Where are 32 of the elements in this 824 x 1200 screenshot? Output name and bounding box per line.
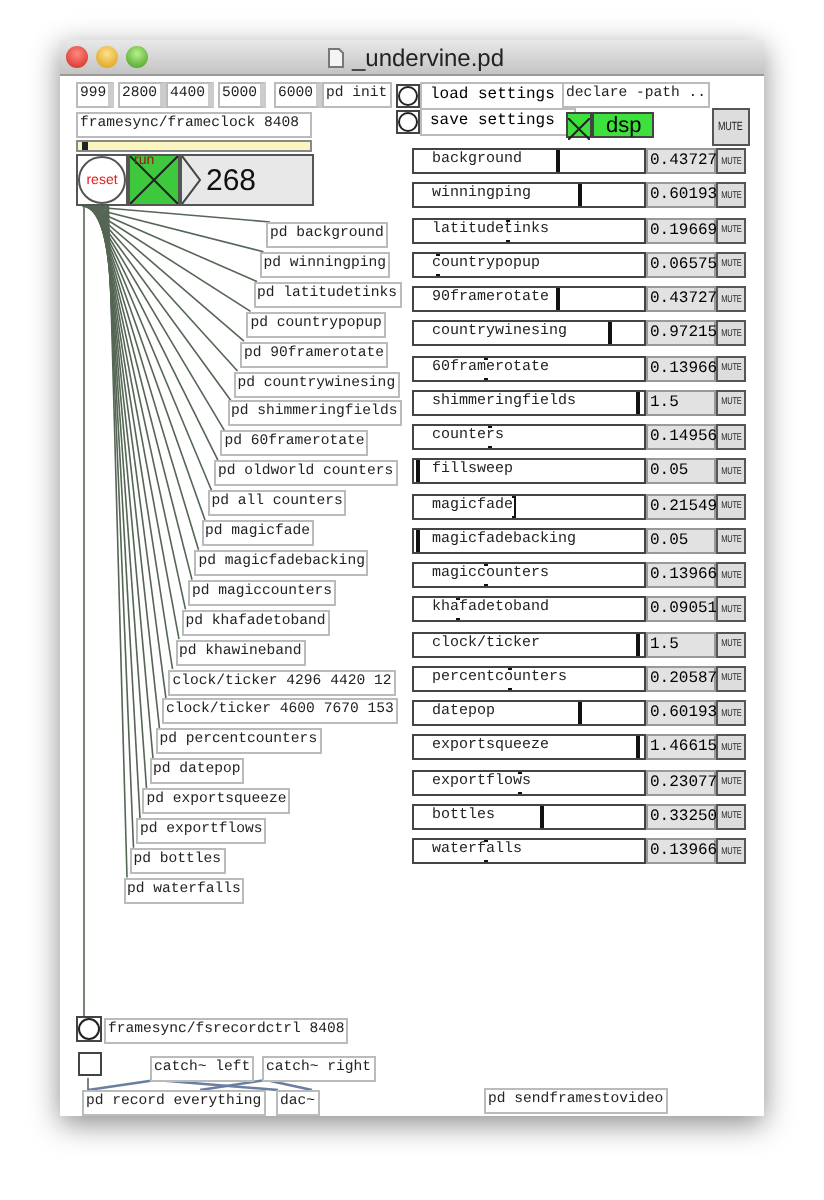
- number-box[interactable]: 0.19669: [646, 217, 716, 243]
- number-box[interactable]: 0.21549: [646, 493, 716, 519]
- dsp-toggle[interactable]: [566, 112, 592, 138]
- number-box[interactable]: 0.60193: [646, 182, 716, 209]
- number-box[interactable]: 268: [180, 154, 314, 206]
- window-title: _undervine.pd: [351, 43, 505, 71]
- number-box[interactable]: 0.60193: [646, 700, 716, 726]
- run-toggle[interactable]: [128, 154, 180, 206]
- bang-button[interactable]: [76, 1016, 102, 1042]
- number-box[interactable]: 0.43727: [646, 148, 716, 174]
- number-box[interactable]: 0.43727: [646, 286, 716, 312]
- bang-button[interactable]: [396, 84, 420, 108]
- number-box[interactable]: 0.06575: [646, 251, 716, 278]
- number-box[interactable]: 0.20587: [646, 665, 716, 692]
- number-box[interactable]: 0.97215: [646, 320, 716, 347]
- dsp-label: dsp: [592, 112, 654, 138]
- number-box[interactable]: 0.05: [646, 527, 716, 554]
- number-box[interactable]: 0.14956: [646, 424, 716, 450]
- number-box[interactable]: 0.13966: [646, 355, 716, 381]
- close-icon[interactable]: [66, 46, 88, 68]
- number-box[interactable]: 1.46615: [646, 734, 716, 761]
- number-box[interactable]: 0.33250: [646, 803, 716, 830]
- record-toggle[interactable]: [78, 1052, 102, 1076]
- document-icon: [327, 47, 344, 67]
- number-box[interactable]: 0.09051: [646, 596, 716, 623]
- number-box[interactable]: 0.13966: [646, 838, 716, 864]
- bang-button[interactable]: [396, 110, 420, 134]
- number-box[interactable]: 1.5: [646, 631, 716, 657]
- number-box[interactable]: 0.23077: [646, 769, 716, 795]
- number-box[interactable]: 1.5: [646, 389, 716, 416]
- number-box[interactable]: 0.13966: [646, 562, 716, 588]
- number-box[interactable]: 0.05: [646, 458, 716, 485]
